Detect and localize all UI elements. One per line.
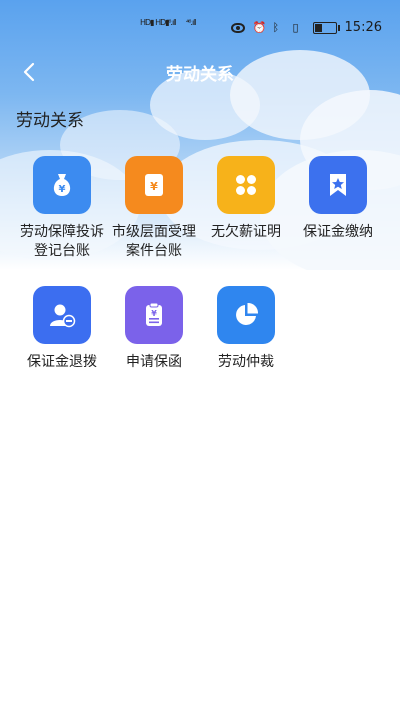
bluetooth-icon: ᛒ <box>272 20 280 34</box>
clipboard-yen-icon: ¥ <box>146 302 162 326</box>
tile-guarantee-letter: ¥ <box>125 286 183 344</box>
grid-item-label: 市级层面受理案件台账 <box>112 224 196 259</box>
eye-comfort-icon <box>230 22 245 33</box>
clover-icon <box>236 175 256 195</box>
grid-item-guarantee-letter[interactable]: ¥ 申请保函 <box>108 286 200 372</box>
grid-item-no-arrears-certificate[interactable]: 无欠薪证明 <box>200 156 292 242</box>
grid-item-label: 保证金缴纳 <box>303 224 373 240</box>
svg-text:¥: ¥ <box>150 180 158 193</box>
grid-item-label: 申请保函 <box>126 354 182 370</box>
cellular-signal-icon-2: ⁴⁶.ıll <box>186 18 197 27</box>
cellular-signal-icon: ⁴⁶.ıll <box>166 18 177 27</box>
bookmark-star-icon <box>330 174 346 196</box>
grid-item-label: 劳动保障投诉登记台账 <box>20 224 104 259</box>
grid-item-deposit-payment[interactable]: 保证金缴纳 <box>292 156 384 242</box>
vibrate-icon: ▯ <box>292 20 299 34</box>
grid-item-complaint-ledger[interactable]: ¥ 劳动保障投诉登记台账 <box>16 156 108 261</box>
grid-item-label: 无欠薪证明 <box>211 224 281 240</box>
section-title: 劳动关系 <box>16 111 84 131</box>
sim-signal-indicator: HD▮ HD▮ <box>140 18 170 27</box>
alarm-icon: ⏰ <box>252 20 267 34</box>
status-time: 15:26 <box>344 20 382 35</box>
page-title: 劳动关系 <box>166 65 234 85</box>
navigation-bar: 劳动关系 <box>0 52 400 92</box>
grid-item-label: 劳动仲裁 <box>218 354 274 370</box>
grid-item-label: 保证金退拨 <box>27 354 97 370</box>
svg-text:¥: ¥ <box>59 184 66 195</box>
tile-labor-arbitration <box>217 286 275 344</box>
grid-item-deposit-refund[interactable]: 保证金退拨 <box>16 286 108 372</box>
grid-item-city-case-ledger[interactable]: ¥ 市级层面受理案件台账 <box>108 156 200 261</box>
tile-city-case-ledger: ¥ <box>125 156 183 214</box>
tile-no-arrears-certificate <box>217 156 275 214</box>
tile-deposit-payment <box>309 156 367 214</box>
battery-icon <box>312 21 340 34</box>
money-bag-icon: ¥ <box>53 174 71 196</box>
status-bar: HD▮ HD▮ ⁴⁶.ıll ⁴⁶.ıll ⏰ ᛒ ▯ 15:26 <box>0 0 400 40</box>
yen-document-icon: ¥ <box>145 174 163 196</box>
tile-deposit-refund <box>33 286 91 344</box>
pie-chart-icon <box>236 302 259 325</box>
tile-complaint-ledger: ¥ <box>33 156 91 214</box>
grid-item-labor-arbitration[interactable]: 劳动仲裁 <box>200 286 292 372</box>
svg-text:¥: ¥ <box>151 309 157 318</box>
user-minus-icon <box>50 304 76 328</box>
